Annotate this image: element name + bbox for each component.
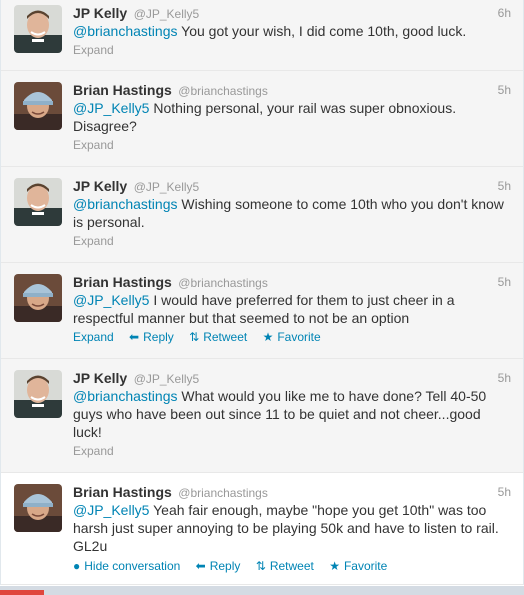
tweet-username[interactable]: @brianchastings (178, 276, 268, 290)
tweet-timestamp[interactable]: 5h (498, 369, 511, 387)
expand-link[interactable]: Expand (73, 329, 114, 345)
mention-link[interactable]: @JP_Kelly5 (73, 100, 149, 116)
tweet-text: @brianchastings You got your wish, I did… (73, 22, 511, 40)
retweet-button[interactable]: ⇅ Retweet (189, 329, 247, 345)
tweet-actions: Expand (73, 42, 511, 58)
favorite-button[interactable]: ★ Favorite (263, 329, 321, 345)
tweet-fullname[interactable]: Brian Hastings (73, 484, 172, 500)
tweet-actions: Expand (73, 443, 511, 459)
reply-label: Reply (143, 330, 174, 344)
mention-link[interactable]: @brianchastings (73, 388, 178, 404)
retweet-label: Retweet (203, 330, 248, 344)
tweet-username[interactable]: @JP_Kelly5 (134, 7, 200, 21)
tweet-fullname[interactable]: JP Kelly (73, 370, 127, 386)
tweet-header: Brian Hastings @brianchastings 5h (73, 273, 511, 291)
reply-button[interactable]: ⬅ Reply (196, 558, 241, 574)
tweet-header: JP Kelly @JP_Kelly5 5h (73, 369, 511, 387)
tweet[interactable]: JP Kelly @JP_Kelly5 5h @brianchastings W… (1, 359, 523, 473)
tweet-text: @JP_Kelly5 Nothing personal, your rail w… (73, 99, 511, 135)
tweet-content: Brian Hastings @brianchastings 5h @JP_Ke… (73, 273, 511, 345)
tweet-timestamp[interactable]: 5h (498, 81, 511, 99)
tweet-content: JP Kelly @JP_Kelly5 6h @brianchastings Y… (73, 4, 511, 58)
tweet[interactable]: Brian Hastings @brianchastings 5h @JP_Ke… (1, 71, 523, 167)
tweet-fullname[interactable]: Brian Hastings (73, 82, 172, 98)
tweet-fullname[interactable]: JP Kelly (73, 178, 127, 194)
tweet-content: JP Kelly @JP_Kelly5 5h @brianchastings W… (73, 369, 511, 459)
tweet-text: @brianchastings What would you like me t… (73, 387, 511, 441)
tweet-username[interactable]: @brianchastings (178, 84, 268, 98)
tweet[interactable]: JP Kelly @JP_Kelly5 5h @brianchastings W… (1, 167, 523, 263)
tweet-timestamp[interactable]: 5h (498, 273, 511, 291)
expand-link[interactable]: Expand (73, 43, 114, 57)
favorite-button[interactable]: ★ Favorite (329, 558, 387, 574)
favorite-label: Favorite (343, 559, 388, 573)
expand-link[interactable]: Expand (73, 234, 114, 248)
avatar-jp-kelly[interactable] (14, 5, 62, 53)
tweet-content: JP Kelly @JP_Kelly5 5h @brianchastings W… (73, 177, 511, 249)
expand-link[interactable]: Expand (73, 444, 114, 458)
reply-arrow-icon: ⬅ (129, 330, 140, 344)
tweet-actions: ● Hide conversation ⬅ Reply ⇅ Retweet ★ Favo… (73, 558, 511, 574)
avatar-brian-hastings[interactable] (14, 274, 62, 322)
reply-arrow-icon: ⬅ (195, 559, 206, 573)
tweet-body: You got your wish, I did come 10th, good… (177, 23, 467, 39)
hide-conversation-link[interactable]: ● Hide conversation (73, 558, 180, 574)
tweet-expanded[interactable]: Brian Hastings @brianchastings 5h @JP_Ke… (1, 473, 523, 585)
tweet-username[interactable]: @JP_Kelly5 (134, 180, 200, 194)
tweet-header: JP Kelly @JP_Kelly5 5h (73, 177, 511, 195)
hide-conversation-label: Hide conversation (84, 559, 181, 573)
window-bottom-bar (0, 586, 524, 595)
expand-link[interactable]: Expand (73, 138, 114, 152)
tweet-username[interactable]: @brianchastings (178, 486, 268, 500)
tweet-header: Brian Hastings @brianchastings 5h (73, 81, 511, 99)
retweet-icon: ⇅ (189, 330, 200, 344)
tweet-text: @JP_Kelly5 I would have preferred for th… (73, 291, 511, 327)
taskbar-indicator (0, 590, 44, 595)
tweet-actions: Expand (73, 233, 511, 249)
tweet-timeline: JP Kelly @JP_Kelly5 6h @brianchastings Y… (0, 0, 524, 585)
avatar-jp-kelly[interactable] (14, 370, 62, 418)
favorite-label: Favorite (277, 330, 321, 344)
speech-bubble-icon: ● (73, 559, 81, 573)
tweet-header: JP Kelly @JP_Kelly5 6h (73, 4, 511, 22)
avatar-jp-kelly[interactable] (14, 178, 62, 226)
tweet-content: Brian Hastings @brianchastings 5h @JP_Ke… (73, 483, 511, 574)
tweet-timestamp[interactable]: 5h (498, 177, 511, 195)
tweet-content: Brian Hastings @brianchastings 5h @JP_Ke… (73, 81, 511, 153)
mention-link[interactable]: @JP_Kelly5 (73, 292, 149, 308)
mention-link[interactable]: @brianchastings (73, 23, 178, 39)
mention-link[interactable]: @brianchastings (73, 196, 178, 212)
reply-button[interactable]: ⬅ Reply (129, 329, 174, 345)
tweet-text: @JP_Kelly5 Yeah fair enough, maybe "hope… (73, 501, 511, 555)
avatar-brian-hastings[interactable] (14, 82, 62, 130)
retweet-icon: ⇅ (255, 559, 266, 573)
tweet-fullname[interactable]: JP Kelly (73, 5, 127, 21)
tweet[interactable]: Brian Hastings @brianchastings 5h @JP_Ke… (1, 263, 523, 359)
mention-link[interactable]: @JP_Kelly5 (73, 502, 149, 518)
tweet[interactable]: JP Kelly @JP_Kelly5 6h @brianchastings Y… (1, 0, 523, 71)
tweet-timestamp[interactable]: 5h (498, 483, 511, 501)
tweet-username[interactable]: @JP_Kelly5 (134, 372, 200, 386)
star-icon: ★ (262, 330, 274, 344)
retweet-label: Retweet (269, 559, 314, 573)
tweet-text: @brianchastings Wishing someone to come … (73, 195, 511, 231)
avatar-brian-hastings[interactable] (14, 484, 62, 532)
tweet-fullname[interactable]: Brian Hastings (73, 274, 172, 290)
tweet-header: Brian Hastings @brianchastings 5h (73, 483, 511, 501)
star-icon: ★ (329, 559, 340, 573)
reply-label: Reply (209, 559, 241, 573)
retweet-button[interactable]: ⇅ Retweet (256, 558, 314, 574)
tweet-actions: Expand (73, 137, 511, 153)
tweet-actions: Expand ⬅ Reply ⇅ Retweet ★ Favorite (73, 329, 511, 345)
tweet-timestamp[interactable]: 6h (498, 4, 511, 22)
